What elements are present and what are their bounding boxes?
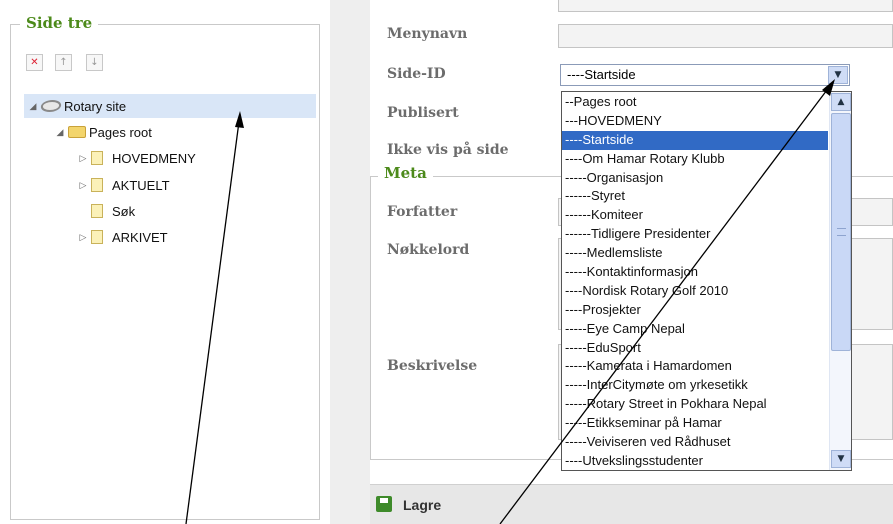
annotation-arrow-select xyxy=(499,81,834,524)
arrowhead-icon xyxy=(235,111,244,128)
annotation-arrows xyxy=(185,79,835,524)
annotation-arrow-tree xyxy=(185,113,241,524)
